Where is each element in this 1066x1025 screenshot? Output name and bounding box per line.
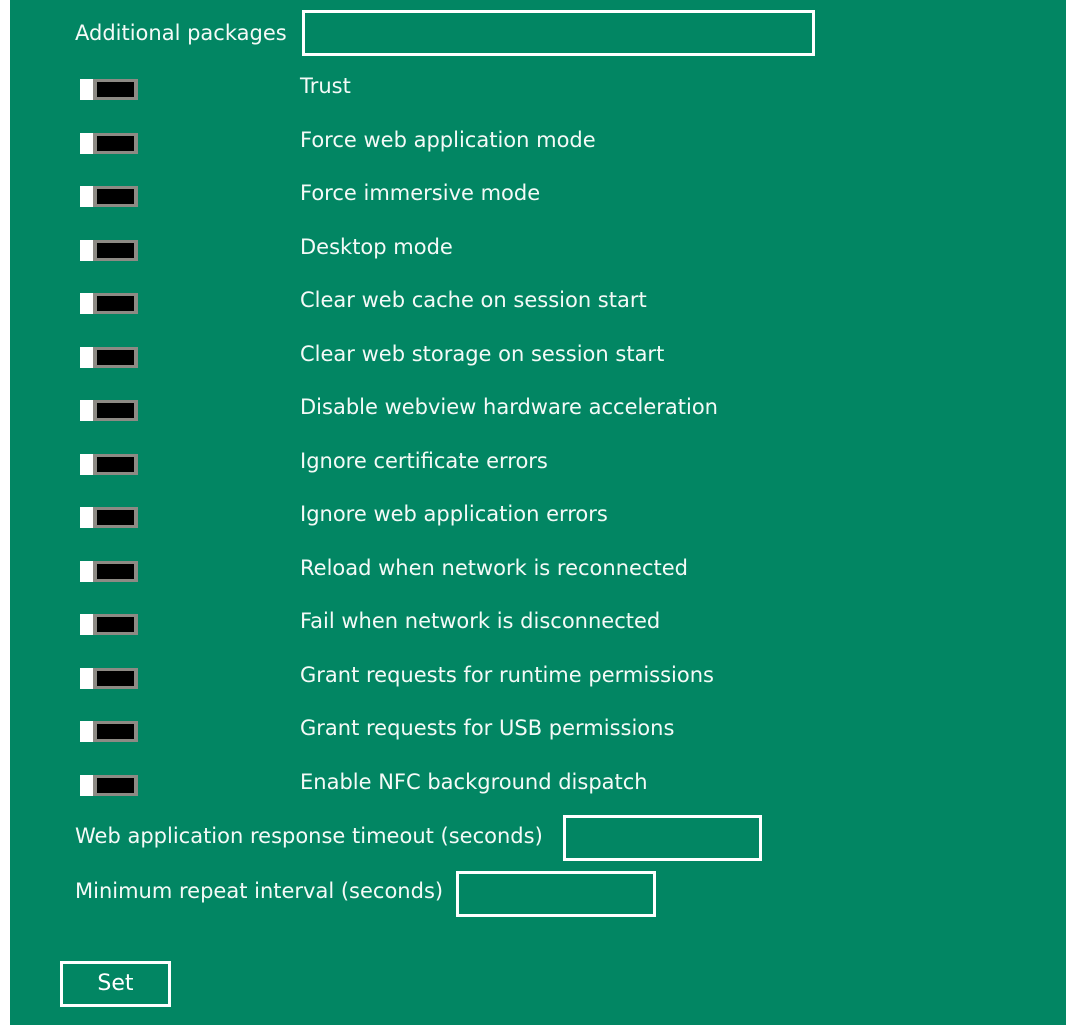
toggle-knob [80, 133, 93, 154]
toggle-row: Ignore certificate errors [10, 445, 1010, 485]
toggle-knob [80, 293, 93, 314]
toggle-track [97, 778, 134, 793]
toggle-track [97, 82, 134, 97]
repeat-interval-input[interactable] [456, 871, 656, 917]
toggle-row: Force web application mode [10, 124, 1010, 164]
toggle-knob [80, 400, 93, 421]
toggle-row: Desktop mode [10, 231, 1010, 271]
toggle-knob [80, 721, 93, 742]
toggle-row: Enable NFC background dispatch [10, 766, 1010, 806]
toggle-label: Reload when network is reconnected [300, 556, 688, 580]
toggle-switch[interactable] [80, 561, 138, 582]
response-timeout-input[interactable] [563, 815, 762, 861]
toggle-row: Clear web storage on session start [10, 338, 1010, 378]
toggle-track [97, 136, 134, 151]
toggle-switch[interactable] [80, 347, 138, 368]
toggle-switch[interactable] [80, 293, 138, 314]
toggle-label: Enable NFC background dispatch [300, 770, 648, 794]
toggle-knob [80, 561, 93, 582]
set-button[interactable]: Set [60, 961, 171, 1007]
toggle-knob [80, 240, 93, 261]
toggle-row: Grant requests for runtime permissions [10, 659, 1010, 699]
toggle-knob [80, 79, 93, 100]
response-timeout-label: Web application response timeout (second… [75, 824, 543, 848]
toggle-knob [80, 614, 93, 635]
toggle-switch[interactable] [80, 507, 138, 528]
toggle-switch[interactable] [80, 79, 138, 100]
toggle-track [97, 724, 134, 739]
toggle-label: Disable webview hardware acceleration [300, 395, 718, 419]
toggle-switch[interactable] [80, 775, 138, 796]
repeat-interval-label: Minimum repeat interval (seconds) [75, 879, 444, 903]
toggle-label: Desktop mode [300, 235, 453, 259]
toggle-track [97, 671, 134, 686]
toggle-track [97, 564, 134, 579]
toggle-track [97, 403, 134, 418]
toggle-track [97, 189, 134, 204]
toggle-row: Fail when network is disconnected [10, 605, 1010, 645]
toggle-row: Force immersive mode [10, 177, 1010, 217]
toggle-track [97, 243, 134, 258]
toggle-switch[interactable] [80, 133, 138, 154]
toggle-switch[interactable] [80, 400, 138, 421]
toggle-row: Clear web cache on session start [10, 284, 1010, 324]
toggle-knob [80, 454, 93, 475]
toggle-label: Grant requests for runtime permissions [300, 663, 714, 687]
toggle-row: Ignore web application errors [10, 498, 1010, 538]
toggle-track [97, 296, 134, 311]
toggle-track [97, 350, 134, 365]
toggle-label: Ignore web application errors [300, 502, 608, 526]
toggle-row: Grant requests for USB permissions [10, 712, 1010, 752]
toggle-switch[interactable] [80, 186, 138, 207]
toggle-label: Ignore certificate errors [300, 449, 548, 473]
toggle-row: Trust [10, 70, 1010, 110]
additional-packages-input[interactable] [302, 10, 815, 56]
toggle-switch[interactable] [80, 240, 138, 261]
toggle-label: Force immersive mode [300, 181, 541, 205]
toggle-label: Clear web storage on session start [300, 342, 665, 366]
settings-panel: Additional packages Trust Force web appli… [10, 0, 1066, 1025]
toggle-switch[interactable] [80, 614, 138, 635]
toggle-label: Clear web cache on session start [300, 288, 647, 312]
toggle-row: Reload when network is reconnected [10, 552, 1010, 592]
toggle-knob [80, 347, 93, 368]
toggle-knob [80, 775, 93, 796]
toggle-label: Fail when network is disconnected [300, 609, 661, 633]
toggle-track [97, 510, 134, 525]
toggle-knob [80, 668, 93, 689]
toggle-track [97, 457, 134, 472]
toggle-switch[interactable] [80, 721, 138, 742]
toggle-track [97, 617, 134, 632]
toggle-switch[interactable] [80, 454, 138, 475]
toggle-row: Disable webview hardware acceleration [10, 391, 1010, 431]
toggle-knob [80, 507, 93, 528]
toggle-label: Trust [300, 74, 351, 98]
toggle-label: Force web application mode [300, 128, 596, 152]
toggle-knob [80, 186, 93, 207]
additional-packages-label: Additional packages [75, 21, 287, 45]
toggle-label: Grant requests for USB permissions [300, 716, 675, 740]
toggle-switch[interactable] [80, 668, 138, 689]
